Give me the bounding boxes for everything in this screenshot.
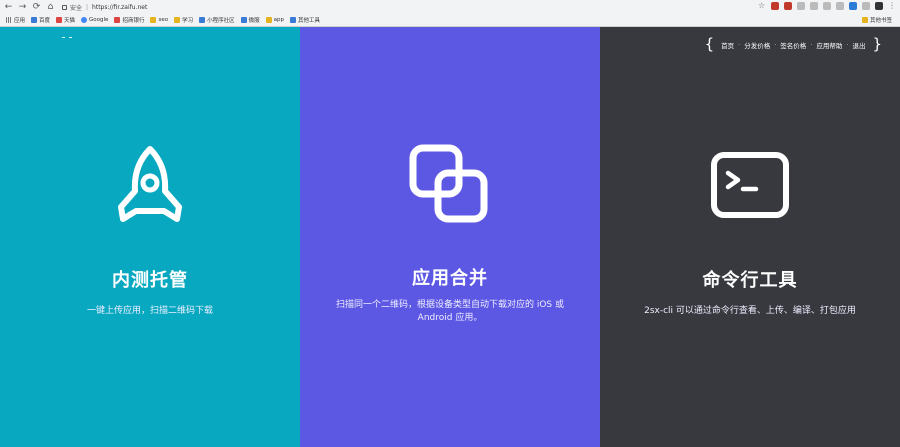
nav-app-help[interactable]: 应用帮助 [816,40,842,50]
logo-mark [62,37,74,39]
panel-description: 2sx-cli 可以通过命令行查看、上传、编译、打包应用 [644,306,856,316]
bookmark-item[interactable]: Google [81,17,108,23]
folder-icon [265,17,272,23]
extension-icon[interactable] [784,2,792,10]
panel-description: 扫描同一个二维码，根据设备类型自动下载对应的 iOS 或 Android 应用。 [335,300,565,323]
extension-icon[interactable] [849,2,857,10]
nav-separator: · [846,40,849,49]
panel-app-merge: 应用合并 扫描同一个二维码，根据设备类型自动下载对应的 iOS 或 Androi… [300,27,600,447]
panel-beta-hosting: 内测托管 一键上传应用，扫描二维码下载 [0,27,300,447]
menu-icon[interactable]: ⋮ [888,2,896,10]
feature-panels: 内测托管 一键上传应用，扫描二维码下载 应用合并 扫描同一个二维码，根据设备类型… [0,27,900,447]
bookmarks-bar: 应用 百度 天猫 Google 招商银行 seo 学习 小程序社区 微服 app… [0,14,900,26]
nav-home[interactable]: 首页 [721,40,734,50]
nav-distribution-price[interactable]: 分发价格 [744,40,770,50]
top-navigation: { 首页 · 分发价格 · 签名价格 · 应用帮助 · 退出 } [701,37,886,52]
panel-cli-tool: { 首页 · 分发价格 · 签名价格 · 应用帮助 · 退出 } 命令行工具 2… [600,27,900,447]
miniprogram-icon [199,17,206,23]
bookmark-item[interactable]: 百度 [31,16,50,24]
panel-title: 内测托管 [112,270,188,291]
forward-icon[interactable]: → [17,2,28,13]
back-icon[interactable]: ← [3,2,14,13]
lock-icon [62,4,67,10]
bookmark-apps[interactable]: 应用 [6,16,25,24]
nav-separator: · [738,40,741,49]
tool-icon [290,17,296,23]
url-text[interactable]: https://fir.zaifu.net [92,4,147,11]
folder-icon [150,17,157,23]
reload-icon[interactable]: ⟳ [31,2,42,13]
address-separator: | [86,3,89,11]
merge-squares-icon [409,144,488,223]
address-bar[interactable]: 安全 | https://fir.zaifu.net [62,2,662,13]
left-brace-icon: { [704,35,715,53]
bookmark-item[interactable]: 招商银行 [114,16,144,24]
folder-icon [174,17,181,23]
bookmark-item[interactable]: 微服 [240,16,260,24]
profile-icon[interactable] [875,2,883,10]
nav-separator: · [810,40,813,49]
panel-title: 应用合并 [412,268,488,289]
bookmark-item[interactable]: 其他工具 [290,16,320,24]
extensions: ☆ ⋮ [758,2,896,10]
bookmark-item[interactable]: 天猫 [56,16,75,24]
extension-icon[interactable] [797,2,805,10]
globe-icon [240,17,247,23]
tmall-icon [56,17,63,23]
rocket-icon [118,146,182,222]
nav-logout[interactable]: 退出 [852,40,865,50]
folder-icon [861,17,868,23]
paw-icon [31,17,38,23]
home-icon[interactable]: ⌂ [45,2,56,13]
bookmark-folder[interactable]: 学习 [174,16,193,24]
nav-separator: · [774,40,777,49]
extension-icon[interactable] [823,2,831,10]
apps-icon [6,17,12,23]
right-brace-icon: } [872,35,882,53]
nav-signing-price[interactable]: 签名价格 [780,40,806,50]
bookmark-folder[interactable]: seo [150,17,168,23]
google-icon [81,17,88,23]
browser-chrome: ← → ⟳ ⌂ 安全 | https://fir.zaifu.net ☆ ⋮ 应… [0,0,900,27]
bank-icon [114,17,121,23]
bookmark-star-icon[interactable]: ☆ [758,2,766,10]
bookmark-item[interactable]: 小程序社区 [199,16,235,24]
panel-description: 一键上传应用，扫描二维码下载 [86,306,213,316]
bookmark-folder[interactable]: app [265,17,284,23]
extension-icon[interactable] [836,2,844,10]
extension-icon[interactable] [862,2,870,10]
secure-label: 安全 [70,4,83,12]
other-bookmarks[interactable]: 其他书签 [861,16,892,24]
address-bar-row: ← → ⟳ ⌂ 安全 | https://fir.zaifu.net ☆ ⋮ [0,0,900,14]
extension-icon[interactable] [810,2,818,10]
panel-title: 命令行工具 [702,270,798,291]
extension-icon[interactable] [771,2,779,10]
terminal-icon [711,152,789,218]
